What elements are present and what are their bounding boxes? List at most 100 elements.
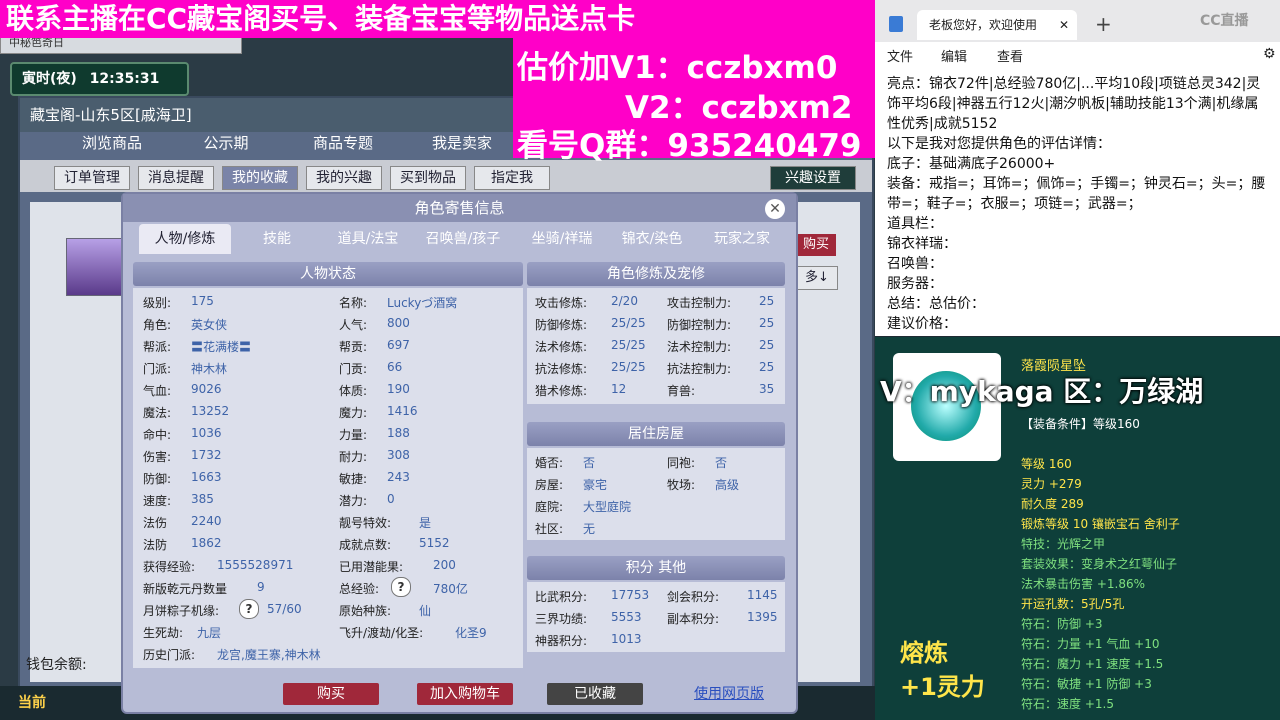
cult-magic: 法术修炼: 25/25: [535, 338, 646, 354]
time-label: 寅时(夜): [22, 71, 77, 87]
role-sale-dialog: 角色寄售信息 ✕ 人物/修炼 技能 道具/法宝 召唤兽/孩子 坐骑/祥瑞 锦衣/…: [121, 192, 798, 714]
stat-potential: 潜力: 0: [339, 492, 395, 508]
score-merit: 三界功绩: 5553: [535, 610, 642, 626]
bought-items-button[interactable]: 买到物品: [390, 166, 466, 190]
cult-beast: 育兽: 35: [667, 382, 775, 398]
web-version-link[interactable]: 使用网页版: [689, 683, 769, 705]
close-icon[interactable]: ✕: [1059, 10, 1069, 40]
collected-button[interactable]: 已收藏: [547, 683, 643, 705]
tab-skills[interactable]: 技能: [239, 224, 315, 254]
tab-pets[interactable]: 召唤兽/孩子: [415, 224, 511, 254]
cult-defense-ctrl: 防御控制力: 25: [667, 316, 775, 332]
house-companion: 同袍: 否: [667, 456, 728, 470]
stat-agility: 敏捷: 243: [339, 470, 410, 486]
text-line: 锦衣祥瑞：: [887, 236, 957, 252]
side-buy-button[interactable]: 购买: [796, 234, 836, 256]
item-stat-1: 灵力 +279: [1021, 477, 1082, 491]
stat-race: 原始种族: 仙: [339, 604, 432, 618]
stat-potential-fruit: 已用潜能果: 200: [339, 558, 456, 574]
item-stat-9: 符石：力量 +1 气血 +10: [1021, 637, 1160, 651]
house-ranch: 牧场: 高级: [667, 478, 740, 492]
tab-public[interactable]: 公示期: [176, 128, 276, 158]
tab-items[interactable]: 道具/法宝: [325, 224, 411, 254]
text-line: 底子：基础满底子26000+: [887, 156, 1056, 172]
notepad-browser: 老板您好，欢迎使用 ✕ + 文件 编辑 查看 ⚙ 亮点：锦衣72件|总经验780…: [875, 0, 1280, 336]
text-line: 总结：总估价：: [887, 296, 985, 312]
message-button[interactable]: 消息提醒: [138, 166, 214, 190]
item-stat-6: 法术暴击伤害 +1.86%: [1021, 577, 1145, 591]
close-icon[interactable]: ✕: [765, 199, 785, 219]
time-value: 12:35:31: [89, 71, 160, 87]
stat-exp: 获得经验: 1555528971: [143, 558, 294, 574]
menu-file[interactable]: 文件: [887, 46, 913, 65]
app-icon: [889, 16, 903, 32]
stat-magic-dmg: 法伤 2240: [143, 514, 222, 530]
add-cart-button[interactable]: 加入购物车: [417, 683, 513, 705]
side-more-button[interactable]: 多↓: [796, 266, 838, 290]
text-line: 饰平均6段|神器五行12火|潮汐帆板|辅助技能13个满|机缘属: [887, 96, 1259, 112]
text-line: 装备：戒指=；耳饰=；佩饰=；手镯=；钟灵石=；头=；腰: [887, 176, 1266, 192]
browser-menu: 文件 编辑 查看 ⚙: [875, 46, 1280, 70]
house-community: 社区: 无: [535, 522, 596, 536]
help-icon[interactable]: ?: [239, 599, 259, 619]
interest-settings-button[interactable]: 兴趣设置: [770, 166, 856, 190]
melt-label: 熔炼: [900, 639, 948, 667]
text-line: 建议价格：: [887, 316, 957, 332]
stat-popularity: 人气: 800: [339, 316, 410, 332]
tab-outfits[interactable]: 锦衣/染色: [609, 224, 695, 254]
stat-strength: 力量: 188: [339, 426, 410, 442]
cult-attack: 攻击修炼: 2/20: [535, 294, 638, 310]
tab-browse[interactable]: 浏览商品: [62, 128, 162, 158]
tab-topics[interactable]: 商品专题: [288, 128, 398, 158]
text-line: 服务器：: [887, 276, 943, 292]
tab-mounts[interactable]: 坐骑/祥瑞: [517, 224, 607, 254]
stat-school: 门派: 神木林: [143, 362, 228, 376]
house-yard: 庭院: 大型庭院: [535, 500, 632, 514]
promo-top-banner: 联系主播在CC藏宝阁买号、装备宝宝等物品送点卡: [0, 0, 881, 38]
melt-info: 熔炼 +1灵力: [900, 636, 985, 704]
order-manage-button[interactable]: 订单管理: [54, 166, 130, 190]
score-header: 积分 其他: [527, 556, 785, 580]
stat-achievement: 成就点数: 5152: [339, 536, 450, 552]
stat-special-id: 靓号特效: 是: [339, 516, 432, 530]
stat-magic: 魔力: 1416: [339, 404, 418, 420]
channel-current[interactable]: 当前: [18, 692, 46, 712]
browser-tab[interactable]: 老板您好，欢迎使用 ✕: [917, 10, 1077, 40]
item-stat-0: 等级 160: [1021, 457, 1072, 471]
status-panel: 级别: 175 角色: 英女侠 帮派: 〓花满楼〓 门派: 神木林 气血: 9026 魔法…: [133, 288, 523, 668]
menu-view[interactable]: 查看: [997, 46, 1023, 65]
stat-life-death: 生死劫: 九层: [143, 626, 222, 640]
cultivation-header: 角色修炼及宠修: [527, 262, 785, 286]
buy-button[interactable]: 购买: [283, 683, 379, 705]
item-stat-3: 锻炼等级 10 镶嵌宝石 舍利子: [1021, 517, 1180, 531]
tab-player-home[interactable]: 玩家之家: [699, 224, 785, 254]
my-interest-button[interactable]: 我的兴趣: [306, 166, 382, 190]
text-line: 召唤兽：: [887, 256, 943, 272]
evaluation-text[interactable]: 亮点：锦衣72件|总经验780亿|...平均10段|项链总灵342|灵 饰平均6…: [887, 74, 1272, 336]
stat-mooncake: 月饼粽子机缘:? 57/60: [143, 599, 302, 619]
item-stat-5: 套装效果：变身术之红萼仙子: [1021, 557, 1178, 571]
stat-hp: 气血: 9026: [143, 382, 222, 398]
score-panel: 比武积分: 17753 剑会积分: 1145 三界功绩: 5553 副本积分: 1395…: [527, 582, 785, 652]
text-line: 带=；鞋子=；衣服=；项链=；武器=；: [887, 196, 1142, 212]
my-favorites-button[interactable]: 我的收藏: [222, 166, 298, 190]
help-icon[interactable]: ?: [391, 577, 411, 597]
cultivation-panel: 攻击修炼: 2/20 攻击控制力: 25 防御修炼: 25/25 防御控制力: 25 法…: [527, 288, 785, 404]
dialog-title: 角色寄售信息: [123, 194, 796, 222]
text-line: 亮点：锦衣72件|总经验780亿|...平均10段|项链总灵342|灵: [887, 76, 1261, 92]
cult-resist-ctrl: 抗法控制力: 25: [667, 360, 775, 376]
gear-icon[interactable]: ⚙: [1263, 46, 1276, 62]
menu-edit[interactable]: 编辑: [941, 46, 967, 65]
character-avatar[interactable]: [66, 238, 124, 296]
score-sword: 剑会积分: 1145: [667, 588, 778, 604]
new-tab-icon[interactable]: +: [1095, 12, 1112, 36]
stat-damage: 伤害: 1732: [143, 448, 222, 464]
tab-seller[interactable]: 我是卖家: [407, 128, 517, 158]
tab-character[interactable]: 人物/修炼: [139, 224, 231, 254]
stat-history-school: 历史门派: 龙宫,魔王寨,神木林: [143, 648, 321, 662]
status-header: 人物状态: [133, 262, 523, 286]
house-header: 居住房屋: [527, 422, 785, 446]
assigned-me-button[interactable]: 指定我: [474, 166, 550, 190]
promo-contact-box: 估价加V1：cczbxm0 V2：cczbxm2 看号Q群：935240479: [513, 38, 875, 164]
text-line: 性优秀|成就5152: [887, 116, 998, 132]
